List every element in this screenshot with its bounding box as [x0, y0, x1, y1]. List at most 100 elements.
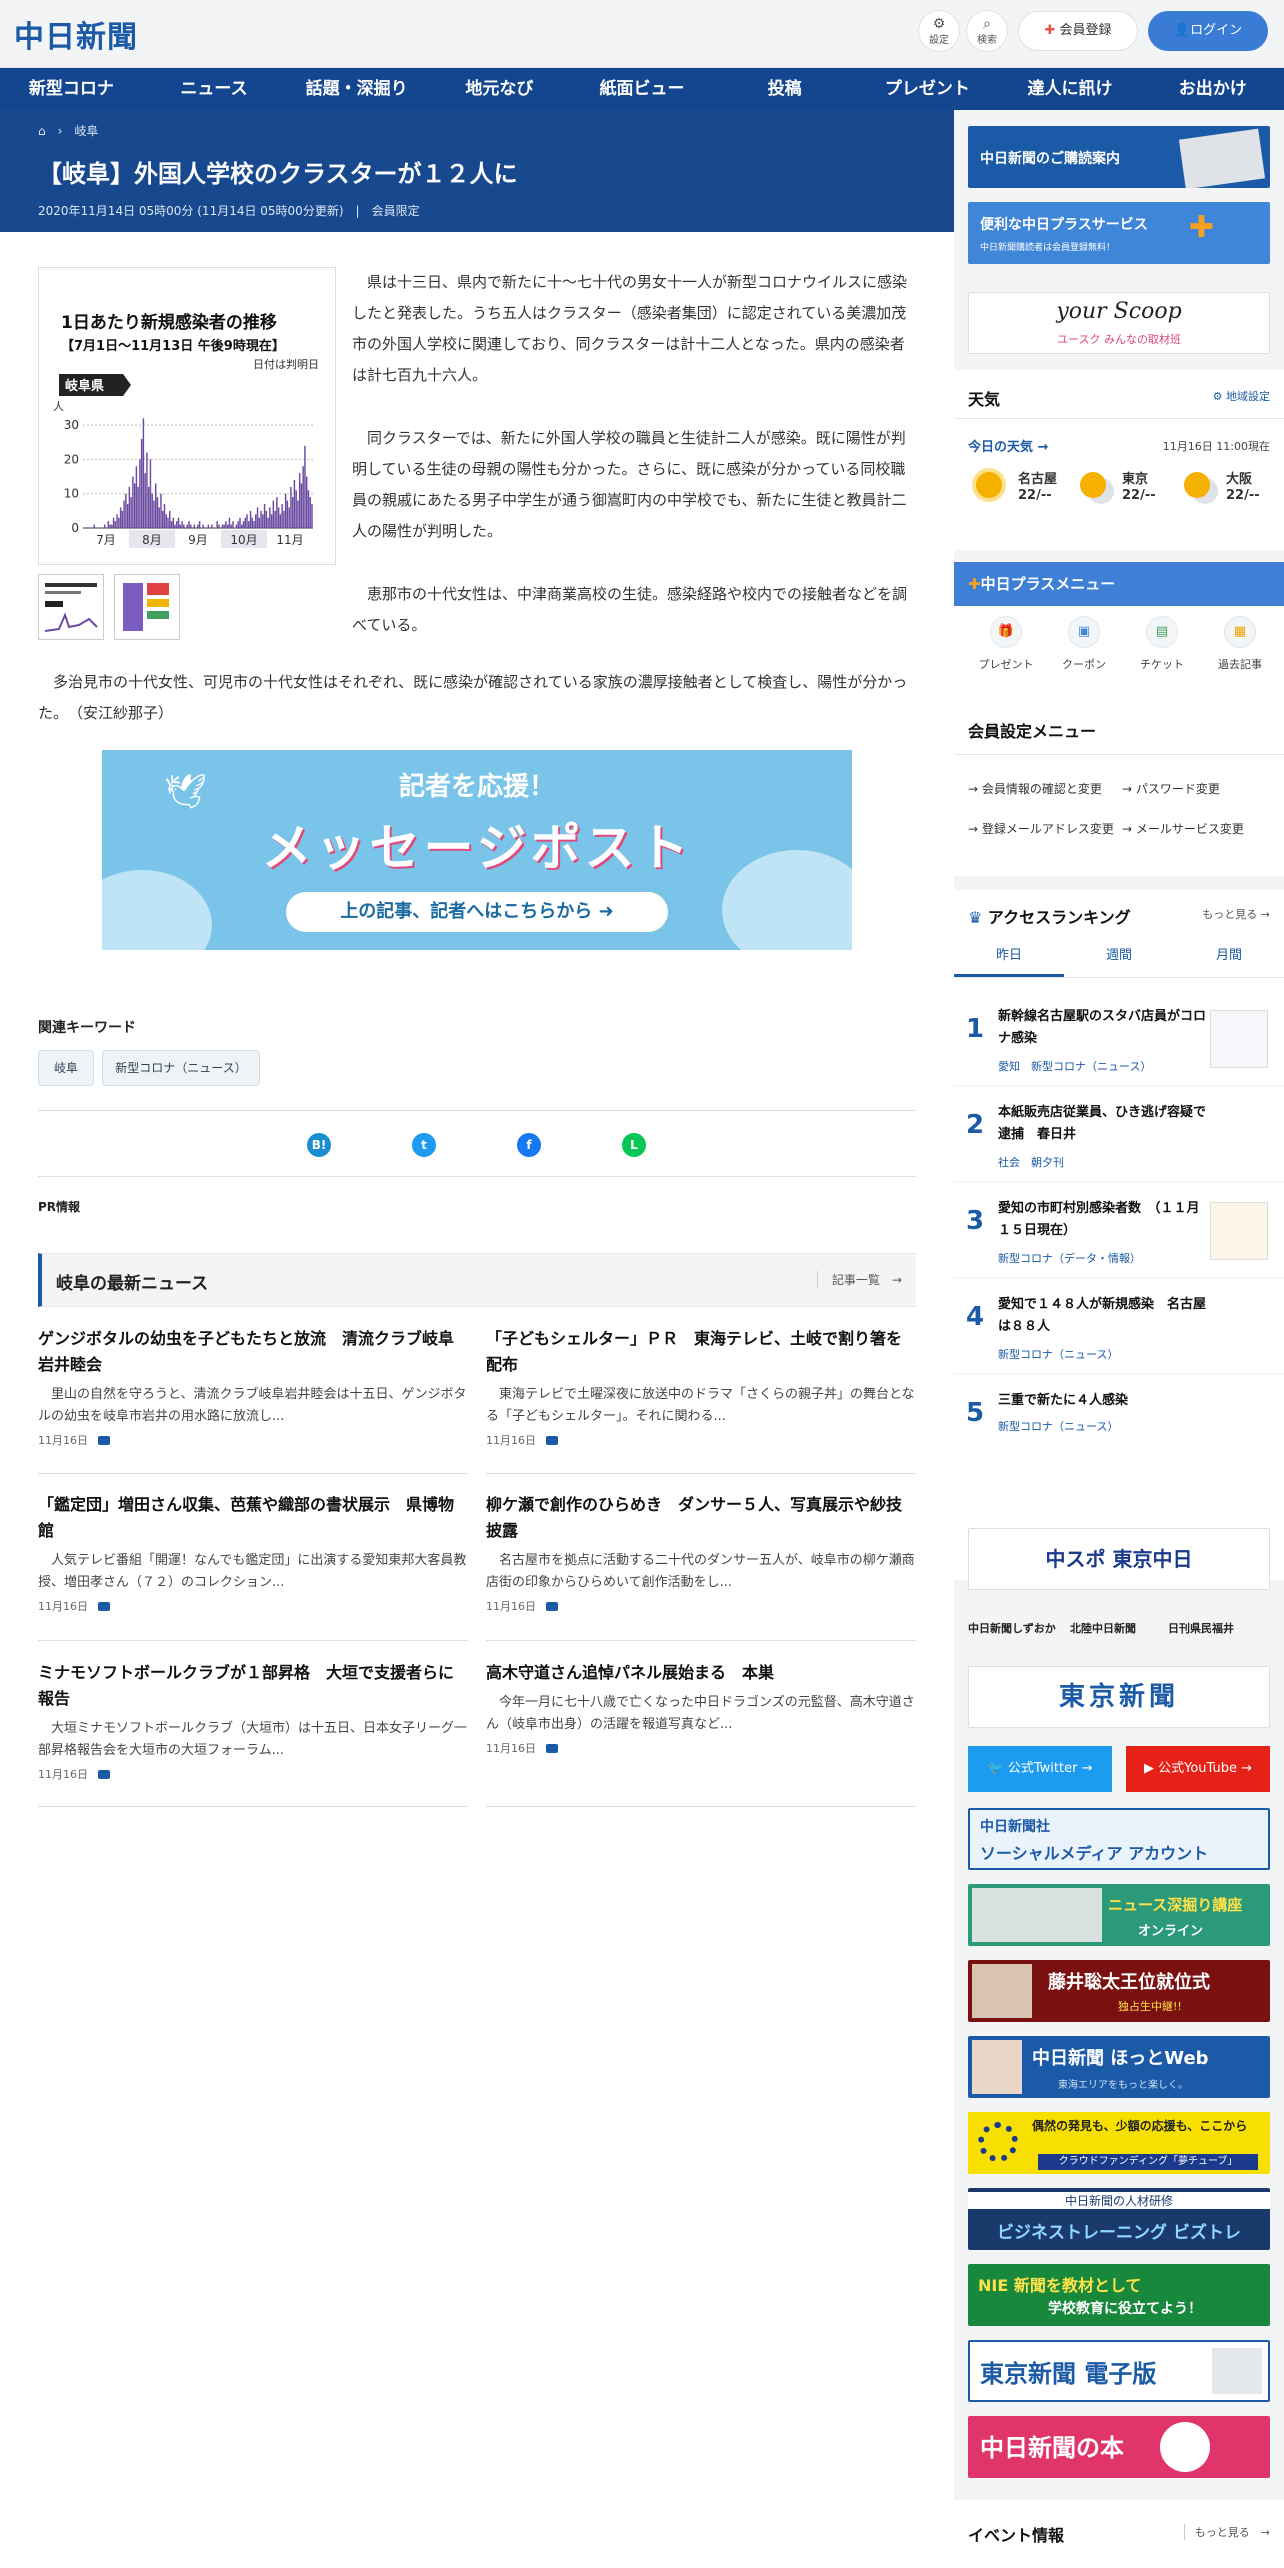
global-nav: 新型コロナ ニュース 話題・深掘り 地元なび 紙面ビュー 投稿 プレゼント 達人…: [0, 68, 1284, 110]
news-card-title[interactable]: 「子どもシェルター」ＰＲ 東海テレビ、土岐で割り箸を配布: [486, 1326, 916, 1378]
news-card-title[interactable]: ミナモソフトボールクラブが１部昇格 大垣で支援者らに報告: [38, 1660, 468, 1712]
today-weather-link[interactable]: 今日の天気 →: [968, 436, 1048, 455]
subscription-banner[interactable]: 中日新聞のご購読案内: [968, 126, 1270, 188]
settings-label: 設定: [929, 35, 949, 46]
message-post-banner[interactable]: 🕊 記者を応援！ メッセージポスト 上の記事、記者へはこちらから ➜: [102, 750, 852, 950]
breadcrumb-current[interactable]: 岐阜: [74, 124, 98, 138]
event-more-link[interactable]: もっと見る →: [1183, 2524, 1270, 2540]
news-card-title[interactable]: 「鑑定団」増田さん収集、芭蕉や織部の書状展示 県博物館: [38, 1492, 468, 1544]
home-icon[interactable]: ⌂: [38, 124, 46, 138]
plus-menu-present[interactable]: 🎁 プレゼント: [966, 616, 1046, 672]
tab-yesterday[interactable]: 昨日: [954, 934, 1064, 977]
chart-bar: [151, 493, 153, 528]
promo-banner[interactable]: ニュース深掘り講座 オンライン: [968, 1884, 1270, 1946]
news-card-title[interactable]: 高木守道さん追悼パネル展始まる 本巣: [486, 1660, 916, 1686]
search-button[interactable]: ⌕ 検索: [966, 10, 1008, 52]
twitter-button[interactable]: 🐦 公式Twitter →: [968, 1746, 1112, 1792]
tab-weekly[interactable]: 週間: [1064, 934, 1174, 977]
figure-thumbnail-2[interactable]: [114, 574, 180, 640]
news-card[interactable]: ゲンジボタルの幼虫を子どもたちと放流 清流クラブ岐阜岩井睦会 里山の自然を守ろうと…: [38, 1326, 468, 1486]
tokyo-shimbun-banner[interactable]: 東京新聞: [968, 1666, 1270, 1728]
ranking-item[interactable]: 5 三重で新たに４人感染 新型コロナ（ニュース）: [954, 1374, 1284, 1470]
chart-bar: [172, 517, 174, 528]
camera-icon: [98, 1770, 110, 1779]
chart-bar: [198, 521, 201, 528]
ranking-thumbnail: [1210, 1202, 1268, 1260]
nav-item-post[interactable]: 投稿: [713, 68, 856, 110]
news-card[interactable]: 柳ケ瀬で創作のひらめき ダンサー５人、写真展示や紗技披露 名古屋市を拠点に活動する…: [486, 1492, 916, 1652]
nav-item-present[interactable]: プレゼント: [856, 68, 999, 110]
plus-menu-title: ✚中日プラスメニュー: [954, 562, 1284, 606]
nav-item-topics[interactable]: 話題・深掘り: [285, 68, 428, 110]
chart-bar: [183, 524, 185, 528]
promo-banner[interactable]: NIE 新聞を教材として 学校教育に役立てよう！: [968, 2264, 1270, 2326]
promo-banner[interactable]: 中日新聞の人材研修 ビジネストレーニング ビズトレ: [968, 2188, 1270, 2250]
news-card[interactable]: 「子どもシェルター」ＰＲ 東海テレビ、土岐で割り箸を配布 東海テレビで土曜深夜に放…: [486, 1326, 916, 1486]
register-button[interactable]: ✚ 会員登録: [1018, 11, 1138, 51]
arrow-right-icon: ➜: [598, 901, 614, 922]
sister-link[interactable]: 北陸中日新聞: [1070, 1620, 1136, 1636]
ranking-item[interactable]: 3 愛知の市町村別感染者数 （１１月１５日現在） 新型コロナ（データ・情報）: [954, 1182, 1284, 1278]
promo-banner[interactable]: 中日新聞 ほっとWeb 東海エリアをもっと楽しく。: [968, 2036, 1270, 2098]
promo-banner[interactable]: 東京新聞 電子版: [968, 2340, 1270, 2402]
news-card-title[interactable]: 柳ケ瀬で創作のひらめき ダンサー５人、写真展示や紗技披露: [486, 1492, 916, 1544]
plus-menu-coupon[interactable]: ▣ クーポン: [1044, 616, 1124, 672]
line-share-icon[interactable]: L: [622, 1133, 646, 1157]
chart-bar: [270, 514, 273, 528]
youtube-button[interactable]: ▶ 公式YouTube →: [1126, 1746, 1270, 1792]
banner-cta[interactable]: 上の記事、記者へはこちらから ➜: [286, 892, 668, 932]
site-logo[interactable]: 中日新聞: [14, 12, 138, 56]
member-menu-item[interactable]: → 会員情報の確認と変更: [968, 780, 1118, 798]
nav-item-experts[interactable]: 達人に訊け: [999, 68, 1142, 110]
chart-bar: [181, 521, 183, 528]
news-card-title[interactable]: ゲンジボタルの幼虫を子どもたちと放流 清流クラブ岐阜岩井睦会: [38, 1326, 468, 1378]
promo-banner[interactable]: 藤井聡太王位就位式 独占生中継!!: [968, 1960, 1270, 2022]
ranking-item[interactable]: 2 本紙販売店従業員、ひき逃げ容疑で逮捕 春日井 社会 朝夕刊: [954, 1086, 1284, 1182]
nav-item-local[interactable]: 地元なび: [428, 68, 571, 110]
chart-bar: [276, 497, 278, 528]
nav-item-paper-view[interactable]: 紙面ビュー: [571, 68, 714, 110]
sister-link[interactable]: 中日新聞しずおか: [968, 1620, 1056, 1636]
news-card[interactable]: 高木守道さん追悼パネル展始まる 本巣 今年一月に七十八歳で亡くなった中日ドラゴンズ…: [486, 1660, 916, 1820]
latest-news-more-link[interactable]: 記事一覧 →: [816, 1271, 902, 1288]
promo-banner[interactable]: 偶然の発見も、少額の応援も、ここから クラウドファンディング「夢チューブ」: [968, 2112, 1270, 2174]
figure-thumbnail-1[interactable]: [38, 574, 104, 640]
promo-banner[interactable]: 中日新聞の本: [968, 2416, 1270, 2478]
divider: [38, 1473, 468, 1474]
settings-button[interactable]: ⚙ 設定: [918, 10, 960, 52]
article-date: 2020年11月14日 05時00分 (11月14日 05時00分更新): [38, 204, 344, 218]
nav-item-corona[interactable]: 新型コロナ: [0, 68, 143, 110]
hatena-share-icon[interactable]: B!: [307, 1133, 331, 1157]
ranking-tabs: 昨日 週間 月間: [954, 934, 1284, 978]
keyword-tag[interactable]: 岐阜: [38, 1050, 94, 1086]
twitter-share-icon[interactable]: t: [412, 1133, 436, 1157]
ranking-item[interactable]: 4 愛知で１４８人が新規感染 名古屋は８８人 新型コロナ（ニュース）: [954, 1278, 1284, 1374]
area-setting-link[interactable]: ⚙ 地域設定: [1213, 388, 1270, 404]
plus-service-banner[interactable]: 便利な中日プラスサービス 中日新聞購読者は会員登録無料！ ✚: [968, 202, 1270, 264]
yourscoop-banner[interactable]: your Scoop ユースク みんなの取材班: [968, 292, 1270, 354]
news-card[interactable]: 「鑑定団」増田さん収集、芭蕉や織部の書状展示 県博物館 人気テレビ番組「開運！なん…: [38, 1492, 468, 1652]
member-menu-item[interactable]: → メールサービス変更: [1122, 820, 1272, 838]
keyword-tag[interactable]: 新型コロナ（ニュース）: [102, 1050, 260, 1086]
event-info-title: イベント情報: [968, 2526, 1065, 2545]
login-label: ログイン: [1190, 23, 1243, 38]
nav-item-outing[interactable]: お出かけ: [1141, 68, 1284, 110]
tab-monthly[interactable]: 月間: [1174, 934, 1284, 977]
plus-menu-archive[interactable]: ▦ 過去記事: [1200, 616, 1280, 672]
ranking-item[interactable]: 1 新幹線名古屋駅のスタバ店員がコロナ感染 愛知 新型コロナ（ニュース）: [954, 990, 1284, 1086]
member-menu-item[interactable]: → パスワード変更: [1122, 780, 1272, 798]
news-card[interactable]: ミナモソフトボールクラブが１部昇格 大垣で支援者らに報告 大垣ミナモソフトボールク…: [38, 1660, 468, 1820]
search-icon: ⌕: [983, 16, 991, 32]
member-menu-item[interactable]: → 登録メールアドレス変更: [968, 820, 1118, 838]
chuspo-banner[interactable]: 中スポ 東京中日: [968, 1528, 1270, 1590]
login-button[interactable]: 👤ログイン: [1148, 11, 1268, 51]
chart-bar: [114, 521, 117, 528]
plus-menu-ticket[interactable]: ▤ チケット: [1122, 616, 1202, 672]
facebook-share-icon[interactable]: f: [517, 1133, 541, 1157]
nav-item-news[interactable]: ニュース: [143, 68, 286, 110]
sister-link[interactable]: 日刊県民福井: [1168, 1620, 1234, 1636]
social-media-banner[interactable]: 中日新聞社 ソーシャルメディア アカウント: [968, 1808, 1270, 1870]
chart-bar: [228, 517, 231, 528]
ranking-more-link[interactable]: もっと見る →: [1202, 906, 1270, 922]
article-figure[interactable]: 1日あたり新規感染者の推移 【7月1日〜11月13日 午後9時現在】 日付は判明…: [38, 267, 336, 565]
